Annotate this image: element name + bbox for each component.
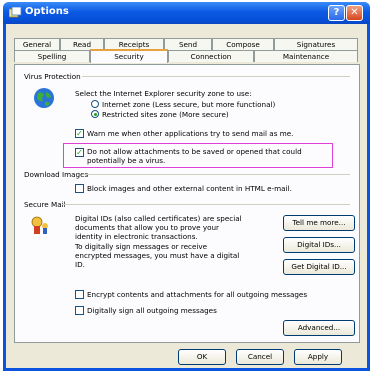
tab-connection[interactable]: Connection bbox=[168, 50, 254, 62]
internet-zone-radio[interactable] bbox=[91, 100, 99, 108]
apply-button[interactable]: Apply bbox=[294, 349, 342, 365]
encrypt-checkbox[interactable] bbox=[75, 290, 84, 299]
sign-checkbox[interactable] bbox=[75, 306, 84, 315]
sign-label[interactable]: Digitally sign all outgoing messages bbox=[87, 306, 217, 315]
sign-text: To digitally sign messages or receive en… bbox=[75, 242, 240, 269]
warn-checkbox[interactable]: ✓ bbox=[75, 129, 84, 138]
get-digital-id-button[interactable]: Get Digital ID... bbox=[283, 259, 355, 275]
ok-button[interactable]: OK bbox=[178, 349, 226, 365]
block-images-checkbox[interactable] bbox=[75, 184, 84, 193]
restricted-zone-radio[interactable] bbox=[91, 110, 99, 118]
options-app-icon bbox=[9, 7, 22, 18]
warn-label[interactable]: Warn me when other applications try to s… bbox=[87, 129, 293, 138]
secure-separator bbox=[62, 204, 350, 205]
tab-security[interactable]: Security bbox=[90, 49, 168, 63]
advanced-button[interactable]: Advanced... bbox=[283, 320, 355, 336]
window-title: Options bbox=[25, 6, 69, 17]
encrypt-label[interactable]: Encrypt contents and attachments for all… bbox=[87, 290, 307, 299]
globe-icon bbox=[34, 88, 54, 108]
title-bar[interactable]: Options ? ✕ bbox=[3, 2, 370, 24]
tell-me-more-button[interactable]: Tell me more... bbox=[283, 215, 355, 231]
block-attachments-checkbox[interactable]: ✓ bbox=[75, 148, 84, 157]
digital-ids-button[interactable]: Digital IDs... bbox=[283, 237, 355, 253]
download-images-label: Download Images bbox=[24, 170, 89, 179]
digital-ids-text: Digital IDs (also called certificates) a… bbox=[75, 214, 242, 241]
tab-compose[interactable]: Compose bbox=[212, 38, 274, 50]
secure-mail-label: Secure Mail bbox=[24, 200, 66, 209]
close-button[interactable]: ✕ bbox=[346, 5, 363, 21]
virus-separator bbox=[82, 76, 350, 77]
tab-general[interactable]: General bbox=[14, 38, 60, 50]
tab-send[interactable]: Send bbox=[164, 38, 212, 50]
zone-prompt: Select the Internet Explorer security zo… bbox=[75, 89, 252, 98]
digital-id-icon bbox=[31, 216, 48, 234]
tab-maintenance[interactable]: Maintenance bbox=[254, 50, 358, 62]
block-attachments-label[interactable]: Do not allow attachments to be saved or … bbox=[87, 147, 327, 165]
virus-protection-label: Virus Protection bbox=[24, 72, 81, 81]
cancel-button[interactable]: Cancel bbox=[236, 349, 284, 365]
tab-signatures[interactable]: Signatures bbox=[274, 38, 358, 50]
download-separator bbox=[82, 174, 350, 175]
help-button[interactable]: ? bbox=[328, 5, 345, 21]
internet-zone-label[interactable]: Internet zone (Less secure, but more fun… bbox=[102, 100, 275, 109]
tab-spelling[interactable]: Spelling bbox=[14, 50, 90, 62]
restricted-zone-label[interactable]: Restricted sites zone (More secure) bbox=[102, 110, 229, 119]
block-images-label[interactable]: Block images and other external content … bbox=[87, 184, 292, 193]
